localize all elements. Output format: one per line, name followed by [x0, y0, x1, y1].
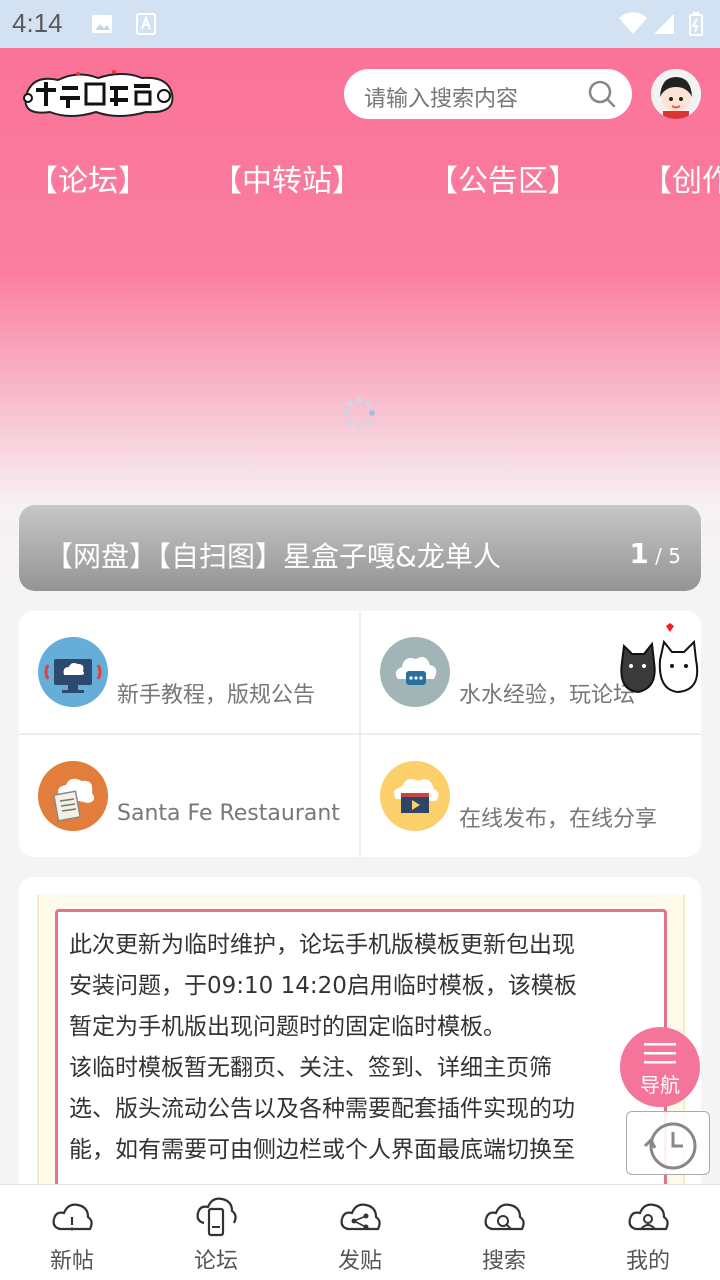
search-placeholder: 请输入搜索内容	[364, 87, 519, 112]
tab-label: 新帖	[49, 1249, 94, 1274]
bottom-tab-bar: 新帖 论坛 发贴 搜索 我的	[0, 1184, 720, 1280]
tab-label: 我的	[625, 1249, 670, 1274]
carousel-pager: 1 / 5	[629, 537, 681, 570]
navigation-fab-label: 导航	[640, 1073, 680, 1097]
category-desc: 新手教程，版规公告	[117, 683, 316, 708]
top-nav-creation[interactable]: 【创作	[642, 156, 720, 200]
category-desc: 在线发布，在线分享	[459, 807, 658, 832]
announcement-line: 该临时模板暂无翻页、关注、签到、详细主页筛	[69, 1055, 552, 1081]
tab-post[interactable]: 发贴	[288, 1185, 432, 1280]
loading-spinner-icon	[343, 397, 375, 429]
announcement-line: 暂定为手机版出现问题时的固定临时模板。	[69, 1014, 506, 1040]
carousel-current-page: 1	[629, 537, 649, 570]
top-nav-transfer[interactable]: 【中转站】	[212, 156, 362, 200]
category-grid: 新手教程，版规公告 水水经验，玩论坛 Santa Fe Restaurant 在…	[19, 611, 701, 857]
tab-label: 搜索	[481, 1249, 526, 1274]
cloud-alert-icon	[52, 1203, 93, 1231]
avatar-face-icon	[651, 69, 701, 119]
announcement-card: 此次更新为临时维护，论坛手机版模板更新包出现 安装问题，于09:10 14:20…	[19, 877, 701, 1197]
announcement-line: 能，如有需要可由侧边栏或个人界面最底端切换至	[69, 1137, 575, 1163]
tab-profile[interactable]: 我的	[576, 1185, 720, 1280]
gallery-icon	[92, 15, 112, 33]
font-icon	[136, 13, 156, 35]
tab-new-posts[interactable]: 新帖	[0, 1185, 144, 1280]
history-button[interactable]	[626, 1111, 710, 1175]
carousel-title: 【网盘】【自扫图】星盒子嘎&龙单人	[45, 540, 501, 573]
pixel-cats-icon	[620, 623, 699, 694]
navigation-fab[interactable]: 导航	[620, 1027, 700, 1107]
tab-label: 发贴	[337, 1249, 382, 1274]
top-nav-forum[interactable]: 【论坛】	[28, 156, 148, 200]
status-time: 4:14	[12, 8, 63, 38]
chat-cloud-icon	[380, 637, 450, 707]
site-logo[interactable]	[18, 66, 178, 122]
category-newbie[interactable]: 新手教程，版规公告	[19, 611, 359, 733]
announcement-line: 选、版头流动公告以及各种需要配套插件实现的功	[69, 1096, 575, 1122]
document-cloud-icon	[38, 761, 108, 831]
category-desc: Santa Fe Restaurant	[117, 801, 340, 826]
top-nav: 【论坛】 【中转站】 【公告区】 【创作	[0, 150, 720, 206]
clock-history-icon	[643, 1122, 697, 1170]
search-box[interactable]: 请输入搜索内容	[344, 69, 632, 119]
announcement-line: 安装问题，于09:10 14:20启用临时模板，该模板	[69, 973, 577, 999]
cloud-search-icon	[484, 1203, 525, 1231]
user-avatar[interactable]	[651, 69, 701, 119]
tab-label: 论坛	[193, 1249, 238, 1274]
tab-search[interactable]: 搜索	[432, 1185, 576, 1280]
search-icon[interactable]	[588, 80, 616, 108]
announcement-text: 此次更新为临时维护，论坛手机版模板更新包出现 安装问题，于09:10 14:20…	[69, 925, 649, 1171]
video-cloud-icon	[380, 761, 450, 831]
category-restaurant[interactable]: Santa Fe Restaurant	[19, 735, 359, 857]
announcement-line: 此次更新为临时维护，论坛手机版模板更新包出现	[69, 932, 575, 958]
tab-forum[interactable]: 论坛	[144, 1185, 288, 1280]
signal-icon	[654, 14, 674, 34]
battery-icon	[689, 12, 703, 36]
carousel-caption[interactable]: 【网盘】【自扫图】星盒子嘎&龙单人 1 / 5	[19, 505, 701, 591]
status-bar: 4:14	[0, 0, 720, 48]
cloud-user-icon	[628, 1203, 669, 1231]
category-desc: 水水经验，玩论坛	[459, 683, 636, 708]
top-nav-announcement[interactable]: 【公告区】	[428, 156, 578, 200]
wifi-icon	[619, 12, 647, 34]
carousel-total-pages: / 5	[655, 544, 681, 568]
menu-icon	[644, 1043, 676, 1064]
category-share[interactable]: 在线发布，在线分享	[361, 735, 701, 857]
cloud-phone-icon	[196, 1197, 237, 1237]
cloud-share-icon	[340, 1203, 381, 1231]
monitor-cloud-icon	[38, 637, 108, 707]
